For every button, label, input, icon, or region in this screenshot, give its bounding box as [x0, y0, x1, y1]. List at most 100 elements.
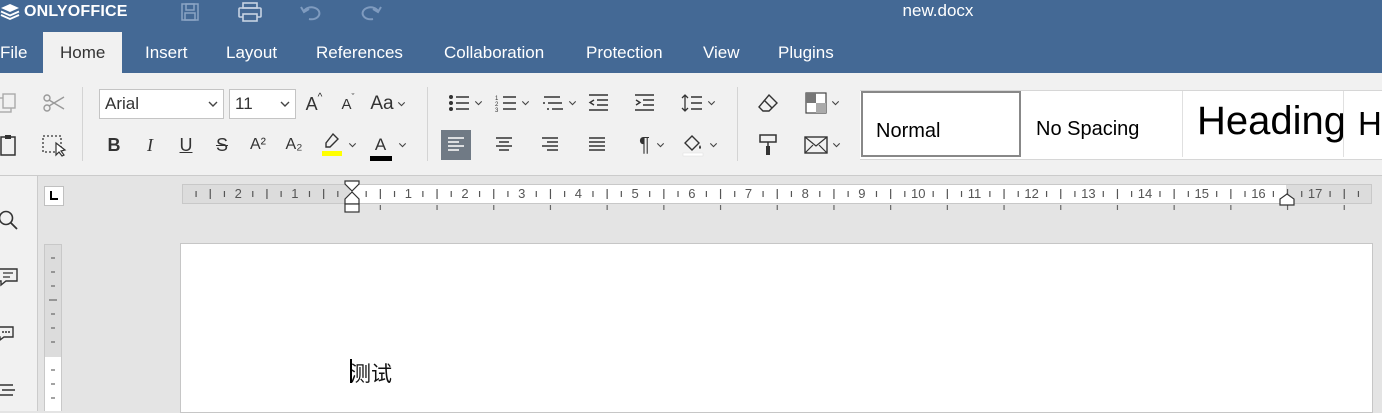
tab-references[interactable]: References — [299, 32, 420, 73]
style-normal-label: Normal — [876, 120, 941, 142]
subscript-button[interactable]: A₂ — [280, 131, 308, 159]
chat-button[interactable] — [0, 320, 22, 348]
navigation-icon — [0, 384, 15, 396]
decrease-font-button[interactable]: Aˇ — [334, 90, 362, 118]
highlighter-icon — [321, 132, 342, 156]
style-no-spacing[interactable]: No Spacing — [1021, 91, 1183, 157]
font-name-select[interactable]: Arial — [99, 89, 224, 119]
tab-plugins[interactable]: Plugins — [761, 32, 851, 73]
chevron-down-icon — [831, 101, 839, 106]
tab-file[interactable]: File — [0, 32, 35, 73]
tab-home[interactable]: Home — [43, 32, 123, 73]
style-heading-2-label: Heading 2 — [1358, 105, 1382, 142]
bullets-button[interactable] — [443, 89, 487, 117]
tab-layout[interactable]: Layout — [209, 32, 294, 73]
font-color-button[interactable]: A — [366, 131, 410, 161]
underline-button[interactable]: U — [172, 131, 200, 159]
justify-button[interactable] — [583, 131, 611, 159]
ruler-number: 1 — [291, 186, 299, 201]
comment-icon — [0, 268, 18, 287]
mail-merge-button[interactable] — [800, 131, 844, 159]
clear-style-button[interactable] — [754, 89, 782, 117]
cut-button[interactable] — [40, 89, 68, 117]
ruler-number: 8 — [801, 186, 809, 201]
tab-protection[interactable]: Protection — [569, 32, 680, 73]
ruler-number: 16 — [1251, 186, 1266, 201]
style-heading-2[interactable]: Heading 2 — [1343, 91, 1382, 157]
tab-view[interactable]: View — [686, 32, 757, 73]
tab-collaboration[interactable]: Collaboration — [427, 32, 561, 73]
search-button[interactable] — [0, 206, 22, 234]
align-left-button[interactable] — [441, 130, 471, 160]
undo-button[interactable] — [298, 0, 324, 24]
print-button[interactable] — [237, 0, 263, 24]
subscript-label: A₂ — [285, 136, 303, 153]
ruler-number: 9 — [858, 186, 866, 201]
font-size-value: 11 — [235, 94, 253, 113]
tab-insert[interactable]: Insert — [128, 32, 205, 73]
increase-indent-button[interactable] — [630, 89, 658, 117]
paste-button[interactable] — [0, 131, 22, 159]
style-heading-1[interactable]: Heading 1 — [1182, 91, 1344, 157]
tab-stop-selector[interactable] — [44, 186, 64, 206]
search-icon — [0, 210, 18, 230]
align-center-button[interactable] — [490, 131, 518, 159]
align-left-icon — [448, 137, 464, 151]
select-all-button[interactable] — [40, 131, 68, 159]
align-justify-icon — [589, 137, 605, 151]
style-normal[interactable]: Normal — [861, 91, 1021, 157]
line-spacing-button[interactable] — [676, 89, 720, 117]
pilcrow-icon: ¶ — [639, 133, 650, 156]
font-color-label: A — [374, 135, 387, 154]
redo-icon — [361, 6, 382, 21]
line-spacing-icon — [681, 94, 702, 112]
select-all-icon — [42, 135, 67, 157]
envelope-icon — [803, 136, 828, 154]
align-right-button[interactable] — [536, 131, 564, 159]
superscript-label: A² — [250, 136, 266, 153]
eraser-icon — [758, 93, 778, 112]
bold-label: B — [107, 134, 121, 155]
paint-bucket-icon — [682, 135, 703, 157]
ruler-number: 12 — [1024, 186, 1039, 201]
copy-button[interactable] — [0, 89, 22, 117]
font-size-select[interactable]: 11 — [229, 89, 296, 119]
shrink-font-label: A — [341, 95, 352, 113]
font-name-value: Arial — [105, 94, 140, 113]
copy-icon — [0, 93, 16, 113]
decrease-indent-button[interactable] — [584, 89, 612, 117]
ruler-number: 14 — [1137, 186, 1153, 201]
indent-marker-icon[interactable] — [342, 180, 362, 214]
chevron-down-icon — [656, 143, 664, 148]
document-text[interactable]: 测试 — [350, 358, 392, 388]
superscript-button[interactable]: A² — [244, 131, 272, 159]
navigation-button[interactable] — [0, 376, 22, 404]
title-bar — [0, 0, 1382, 32]
comments-button[interactable] — [0, 263, 22, 291]
separator — [427, 87, 428, 161]
paragraph-shading-button[interactable] — [677, 131, 721, 159]
ruler-number: 7 — [744, 186, 753, 201]
numbering-button[interactable]: 123 — [490, 89, 534, 117]
copy-style-button[interactable] — [754, 131, 782, 159]
multilevel-list-button[interactable] — [537, 89, 581, 117]
right-indent-marker-icon[interactable] — [1278, 193, 1296, 207]
strikethrough-button[interactable]: S — [208, 131, 236, 159]
chevron-down-icon — [709, 143, 717, 148]
onlyoffice-logo-icon — [0, 4, 20, 20]
change-case-button[interactable]: Aa — [368, 90, 408, 118]
bullet-list-icon — [448, 95, 469, 111]
nonprinting-characters-button[interactable]: ¶ — [630, 131, 674, 159]
redo-button[interactable] — [358, 0, 384, 24]
save-button[interactable] — [177, 0, 203, 24]
increase-font-button[interactable]: A ^ — [300, 90, 328, 118]
chat-icon — [0, 326, 14, 341]
highlight-color-button[interactable] — [316, 131, 360, 159]
color-scheme-button[interactable] — [800, 89, 844, 117]
italic-button[interactable]: I — [136, 131, 164, 159]
svg-text:3: 3 — [495, 108, 499, 113]
bold-button[interactable]: B — [100, 131, 128, 159]
save-icon — [181, 3, 199, 21]
document-title: new.docx — [902, 1, 974, 20]
multilevel-list-icon — [542, 96, 563, 110]
